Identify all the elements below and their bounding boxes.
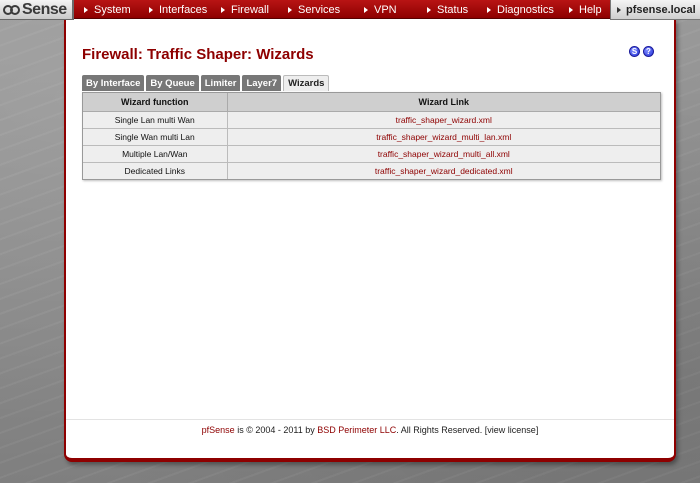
wizard-function-cell: Single Wan multi Lan — [83, 128, 228, 146]
wizard-link[interactable]: traffic_shaper_wizard_multi_all.xml — [227, 145, 660, 163]
caret-right-icon — [364, 6, 368, 13]
tab-bar: By Interface By Queue Limiter Layer7 Wiz… — [82, 75, 331, 91]
table-row: Single Wan multi Lan traffic_shaper_wiza… — [83, 128, 660, 146]
wizard-link[interactable]: traffic_shaper_wizard.xml — [227, 111, 660, 129]
table-row: Multiple Lan/Wan traffic_shaper_wizard_m… — [83, 145, 660, 163]
caret-right-icon — [487, 6, 491, 13]
tab-wizards[interactable]: Wizards — [283, 75, 330, 91]
footer-text: ] — [535, 425, 539, 435]
nav-label: Services — [298, 3, 341, 16]
caret-right-icon — [221, 6, 225, 13]
column-header-wizard-function: Wizard function — [83, 93, 228, 112]
footer-text: is © 2004 - 2011 by — [234, 425, 318, 435]
wizard-link[interactable]: traffic_shaper_wizard_dedicated.xml — [227, 162, 660, 179]
caret-right-icon — [569, 6, 573, 13]
nav-item-interfaces[interactable]: Interfaces — [149, 0, 207, 19]
column-header-wizard-link: Wizard Link — [227, 93, 660, 112]
pfsense-logo[interactable]: Sense — [0, 0, 74, 20]
nav-item-services[interactable]: Services — [288, 0, 340, 19]
hostname-tab[interactable]: pfsense.local — [610, 0, 700, 20]
wizard-function-cell: Multiple Lan/Wan — [83, 145, 228, 163]
caret-right-icon — [427, 6, 431, 13]
tab-layer7[interactable]: Layer7 — [242, 75, 282, 91]
wizard-function-cell: Dedicated Links — [83, 162, 228, 179]
pfsense-logo-icon — [3, 4, 20, 15]
caret-right-icon — [149, 6, 153, 13]
nav-label: System — [94, 3, 131, 16]
table-header-row: Wizard function Wizard Link — [83, 93, 660, 112]
nav-item-firewall[interactable]: Firewall — [221, 0, 269, 19]
nav-label: Help — [579, 3, 602, 16]
tab-by-interface[interactable]: By Interface — [82, 75, 145, 91]
footer: pfSense is © 2004 - 2011 by BSD Perimete… — [66, 425, 674, 435]
footer-company-link[interactable]: BSD Perimeter LLC — [317, 425, 396, 435]
caret-right-icon — [288, 6, 292, 13]
help-icons: S ? — [629, 46, 654, 57]
nav-label: Firewall — [231, 3, 269, 16]
nav-label: VPN — [374, 3, 397, 16]
help-question-icon[interactable]: ? — [643, 46, 654, 57]
footer-text: . All Rights Reserved. [ — [396, 425, 488, 435]
wizards-table: Wizard function Wizard Link Single Lan m… — [82, 92, 661, 180]
page-title: Firewall: Traffic Shaper: Wizards — [82, 46, 314, 63]
footer-brand-link[interactable]: pfSense — [202, 425, 235, 435]
table-row: Single Lan multi Wan traffic_shaper_wiza… — [83, 111, 660, 129]
caret-right-icon — [84, 6, 88, 13]
caret-right-icon — [617, 6, 621, 13]
nav-item-help[interactable]: Help — [569, 0, 602, 19]
nav-item-diagnostics[interactable]: Diagnostics — [487, 0, 554, 19]
main-panel: Firewall: Traffic Shaper: Wizards S ? By… — [64, 19, 676, 462]
footer-divider — [66, 419, 674, 420]
wizard-function-cell: Single Lan multi Wan — [83, 111, 228, 129]
nav-label: Interfaces — [159, 3, 208, 16]
tab-by-queue[interactable]: By Queue — [146, 75, 199, 91]
table-row: Dedicated Links traffic_shaper_wizard_de… — [83, 162, 660, 179]
hostname-label: pfsense.local — [626, 3, 696, 16]
nav-item-vpn[interactable]: VPN — [364, 0, 397, 19]
nav-item-status[interactable]: Status — [427, 0, 468, 19]
logo-text: Sense — [22, 0, 67, 18]
nav-item-system[interactable]: System — [84, 0, 131, 19]
nav-label: Diagnostics — [497, 3, 554, 16]
status-s-icon[interactable]: S — [629, 46, 640, 57]
nav-label: Status — [437, 3, 469, 16]
wizard-link[interactable]: traffic_shaper_wizard_multi_lan.xml — [227, 128, 660, 146]
view-license-link[interactable]: view license — [487, 425, 536, 435]
tab-limiter[interactable]: Limiter — [200, 75, 241, 91]
